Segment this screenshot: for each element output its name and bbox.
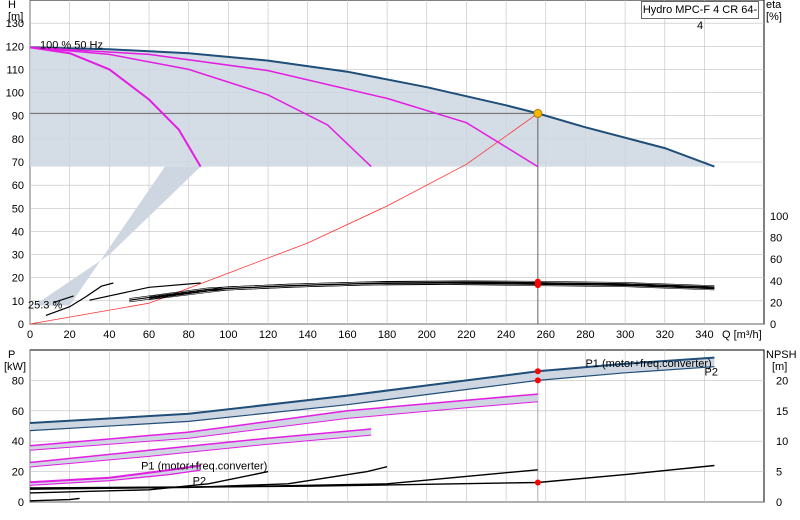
top-y-tick-label: 30	[12, 250, 24, 262]
top-y-tick-label: 70	[12, 157, 24, 169]
x-tick-label: 280	[576, 329, 594, 341]
x-tick-label: 0	[27, 329, 33, 341]
p2-label-low: P2	[193, 476, 206, 488]
bottom-plot-frame	[29, 349, 765, 503]
bottom-y-axis-unit: [kW]	[4, 361, 26, 373]
npsh-tick-label: 5	[776, 467, 782, 479]
x-tick-label: 220	[457, 329, 475, 341]
npsh-axis-title: NPSH	[766, 349, 797, 361]
x-tick-label: 320	[656, 329, 674, 341]
p1-label-top: P1 (motor+freq.converter)	[585, 358, 711, 370]
top-y-tick-label: 10	[12, 296, 24, 308]
npsh-tick-label: 0	[776, 497, 782, 509]
chart-title: Hydro MPC-F 4 CR 64-4	[641, 1, 759, 32]
eta-tick-label: 80	[770, 233, 782, 245]
npsh-point	[534, 479, 541, 486]
top-y-tick-label: 90	[12, 111, 24, 123]
eta-tick-label: 40	[770, 276, 782, 288]
eta-tick-label: 20	[770, 297, 782, 309]
npsh-tick-label: 20	[776, 375, 788, 387]
top-y-tick-label: 110	[6, 64, 24, 76]
x-tick-label: 240	[497, 329, 515, 341]
x-tick-label: 40	[103, 329, 115, 341]
x-tick-label: 100	[219, 329, 237, 341]
x-tick-label: 340	[695, 329, 713, 341]
top-y-axis-title: H	[8, 0, 16, 11]
min-speed-annotation: 25.3 %	[28, 299, 62, 311]
x-tick-label: 200	[418, 329, 436, 341]
top-y-tick-label: 120	[6, 41, 24, 53]
power-point	[534, 377, 541, 384]
bottom-y-tick-label: 80	[12, 375, 24, 387]
p1-label-low: P1 (motor+freq.converter)	[141, 461, 267, 473]
top-y-tick-label: 60	[12, 180, 24, 192]
npsh-axis-unit: [m]	[772, 361, 787, 373]
top-y-tick-label: 50	[12, 203, 24, 215]
x-tick-label: 260	[537, 329, 555, 341]
top-y-tick-label: 20	[12, 273, 24, 285]
bottom-y-tick-label: 0	[18, 497, 24, 509]
x-tick-label: 60	[143, 329, 155, 341]
p2-label-top: P2	[704, 366, 717, 378]
bottom-y-axis-title: P	[8, 349, 15, 361]
power-point	[534, 368, 541, 375]
x-tick-label: 180	[378, 329, 396, 341]
eta-axis-unit: [%]	[766, 11, 782, 23]
top-y-axis-unit: [m]	[8, 11, 23, 23]
top-y-tick-label: 100	[6, 88, 24, 100]
pump-performance-chart: 100 % 50 Hz25.3 %01020304050607080901001…	[4, 0, 797, 509]
x-tick-label: 20	[64, 329, 76, 341]
x-tick-label: 120	[259, 329, 277, 341]
npsh-tick-label: 15	[776, 406, 788, 418]
eta-tick-label: 100	[770, 211, 788, 223]
top-y-tick-label: 0	[18, 319, 24, 331]
eta-tick-label: 60	[770, 254, 782, 266]
eta-axis-title: eta	[766, 0, 782, 11]
top-y-tick-label: 40	[12, 226, 24, 238]
x-tick-label: 160	[338, 329, 356, 341]
top-y-tick-label: 80	[12, 134, 24, 146]
speed-annotation: 100 % 50 Hz	[40, 40, 103, 52]
bottom-y-tick-label: 60	[12, 406, 24, 418]
x-tick-label: 300	[616, 329, 634, 341]
duty-point-marker	[533, 108, 543, 118]
eta-tick-label: 0	[770, 319, 776, 331]
bottom-y-tick-label: 40	[12, 436, 24, 448]
x-tick-label: 140	[299, 329, 317, 341]
efficiency-point	[534, 278, 541, 285]
x-axis-label: Q [m³/h]	[722, 329, 762, 341]
npsh-tick-label: 10	[776, 436, 788, 448]
x-tick-label: 80	[183, 329, 195, 341]
bottom-y-tick-label: 20	[12, 467, 24, 479]
